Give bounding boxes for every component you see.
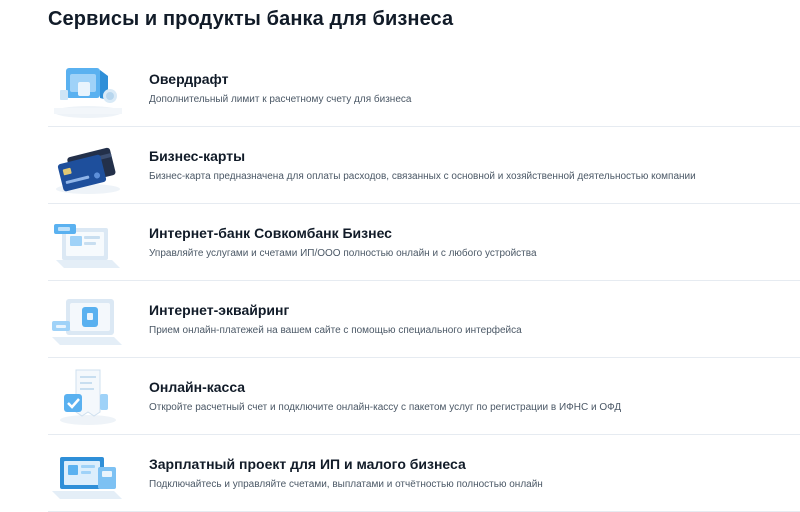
product-item-business-cards[interactable]: Бизнес-карты Бизнес-карта предназначена … — [48, 127, 800, 204]
online-cashbox-illustration-icon — [48, 364, 128, 428]
internet-acquiring-illustration-icon — [48, 287, 128, 351]
product-description: Прием онлайн-платежей на вашем сайте с п… — [149, 325, 522, 336]
page-title: Сервисы и продукты банка для бизнеса — [48, 8, 454, 30]
product-item-online-cashbox[interactable]: Онлайн-касса Откройте расчетный счет и п… — [48, 358, 800, 435]
overdraft-illustration-icon — [48, 56, 128, 120]
product-item-overdraft[interactable]: Овердрафт Дополнительный лимит к расчетн… — [48, 50, 800, 127]
product-title: Интернет-эквайринг — [149, 302, 290, 318]
product-description: Подключайтесь и управляйте счетами, выпл… — [149, 479, 543, 490]
product-title: Зарплатный проект для ИП и малого бизнес… — [149, 456, 466, 472]
product-item-payroll-project[interactable]: Зарплатный проект для ИП и малого бизнес… — [48, 435, 800, 512]
product-title: Онлайн-касса — [149, 379, 246, 395]
product-item-internet-acquiring[interactable]: Интернет-эквайринг Прием онлайн-платежей… — [48, 281, 800, 358]
product-description: Откройте расчетный счет и подключите онл… — [149, 402, 622, 413]
payroll-project-illustration-icon — [48, 441, 128, 505]
products-list: Овердрафт Дополнительный лимит к расчетн… — [48, 50, 800, 512]
product-title: Бизнес-карты — [149, 148, 246, 164]
business-cards-illustration-icon — [48, 133, 128, 197]
product-title: Интернет-банк Совкомбанк Бизнес — [149, 225, 392, 241]
product-description: Управляйте услугами и счетами ИП/ООО пол… — [149, 248, 537, 259]
product-title: Овердрафт — [149, 71, 229, 87]
product-description: Дополнительный лимит к расчетному счету … — [149, 94, 412, 105]
product-description: Бизнес-карта предназначена для оплаты ра… — [149, 171, 696, 182]
internet-bank-illustration-icon — [48, 210, 128, 274]
product-item-internet-bank[interactable]: Интернет-банк Совкомбанк Бизнес Управляй… — [48, 204, 800, 281]
